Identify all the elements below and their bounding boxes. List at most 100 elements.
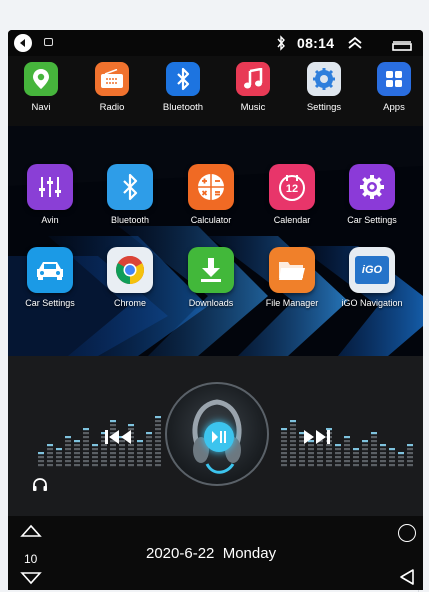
dock-item-radio[interactable]: Radio bbox=[77, 62, 147, 113]
equalizer-bar-segment bbox=[353, 452, 359, 455]
equalizer-bar-segment bbox=[362, 440, 368, 443]
equalizer-bar-segment bbox=[101, 464, 107, 467]
app-igo-navigation[interactable]: iGO iGO Navigation bbox=[330, 247, 414, 308]
play-pause-icon[interactable] bbox=[204, 422, 234, 452]
equalizer-bar-segment bbox=[110, 452, 116, 455]
top-dock: Navi Radio Bluetooth Music Settings Apps bbox=[8, 56, 423, 126]
equalizer-bar-segment bbox=[155, 420, 161, 423]
equalizer-bar-segment bbox=[290, 460, 296, 463]
equalizer-bar-segment bbox=[407, 452, 413, 455]
equalizer-bar-segment bbox=[371, 440, 377, 443]
equalizer-bar-segment bbox=[335, 444, 341, 447]
equalizer-bar-segment bbox=[56, 460, 62, 463]
app-launcher: Avin Bluetooth Calculator 12 Calendar Ca… bbox=[8, 126, 423, 356]
equalizer-bar-segment bbox=[380, 460, 386, 463]
map-pin-icon bbox=[24, 62, 58, 96]
app-calculator[interactable]: Calculator bbox=[169, 164, 253, 225]
wallpaper bbox=[8, 126, 423, 356]
equalizer-bar-segment bbox=[137, 456, 143, 459]
home-icon[interactable] bbox=[398, 524, 416, 542]
equalizer-bar-segment bbox=[56, 452, 62, 455]
equalizer-bar-segment bbox=[146, 456, 152, 459]
equalizer-bar-segment bbox=[92, 444, 98, 447]
app-label: Car Settings bbox=[25, 298, 75, 308]
equalizer-bar-segment bbox=[290, 452, 296, 455]
equalizer-bar-segment bbox=[119, 452, 125, 455]
equalizer-bar-segment bbox=[371, 460, 377, 463]
equalizer-bar-segment bbox=[407, 460, 413, 463]
music-widget[interactable] bbox=[8, 356, 423, 516]
equalizer-bar-segment bbox=[119, 464, 125, 467]
grid-icon bbox=[377, 62, 411, 96]
equalizer-icon bbox=[27, 164, 73, 210]
app-car-settings-2[interactable]: Car Settings bbox=[8, 247, 92, 308]
equalizer-bar-segment bbox=[335, 448, 341, 451]
music-note-icon bbox=[236, 62, 270, 96]
equalizer-bar-segment bbox=[74, 440, 80, 443]
volume-value: 10 bbox=[24, 552, 38, 566]
back-icon[interactable] bbox=[14, 34, 32, 52]
equalizer-bar-segment bbox=[398, 452, 404, 455]
app-calendar[interactable]: 12 Calendar bbox=[250, 164, 334, 225]
app-file-manager[interactable]: File Manager bbox=[250, 247, 334, 308]
equalizer-bar-segment bbox=[101, 456, 107, 459]
dock-label: Settings bbox=[306, 102, 342, 113]
app-avin[interactable]: Avin bbox=[8, 164, 92, 225]
app-label: File Manager bbox=[265, 298, 319, 308]
dock-label: Radio bbox=[99, 102, 125, 113]
equalizer-bar-segment bbox=[83, 444, 89, 447]
equalizer-bar-segment bbox=[362, 464, 368, 467]
next-icon[interactable] bbox=[303, 429, 331, 450]
equalizer-bar-segment bbox=[290, 428, 296, 431]
equalizer-bar-segment bbox=[353, 456, 359, 459]
equalizer-bar-segment bbox=[65, 440, 71, 443]
equalizer-bar-segment bbox=[146, 460, 152, 463]
equalizer-bar-segment bbox=[299, 464, 305, 467]
equalizer-bar-segment bbox=[155, 416, 161, 419]
equalizer-bar-segment bbox=[47, 456, 53, 459]
equalizer-bar-segment bbox=[47, 452, 53, 455]
equalizer-bar-segment bbox=[38, 452, 44, 455]
equalizer-bar-segment bbox=[362, 452, 368, 455]
equalizer-bar-segment bbox=[110, 464, 116, 467]
equalizer-bar-segment bbox=[83, 436, 89, 439]
window-icon[interactable] bbox=[392, 38, 412, 51]
volume-up-icon[interactable] bbox=[20, 524, 42, 543]
dock-item-navi[interactable]: Navi bbox=[8, 62, 76, 113]
equalizer-bar-segment bbox=[110, 424, 116, 427]
equalizer-bar-segment bbox=[299, 460, 305, 463]
equalizer-bar-segment bbox=[146, 440, 152, 443]
equalizer-bar-segment bbox=[110, 460, 116, 463]
app-chrome[interactable]: Chrome bbox=[88, 247, 172, 308]
dock-item-music[interactable]: Music bbox=[218, 62, 288, 113]
equalizer-bar-segment bbox=[353, 448, 359, 451]
back-icon[interactable] bbox=[398, 568, 416, 590]
date-display: 2020-6-22 Monday bbox=[146, 545, 277, 562]
status-bar: 08:14 bbox=[8, 30, 423, 56]
dock-item-settings[interactable]: Settings bbox=[289, 62, 359, 113]
volume-down-icon[interactable] bbox=[20, 571, 42, 590]
app-bluetooth[interactable]: Bluetooth bbox=[88, 164, 172, 225]
equalizer-bar-segment bbox=[281, 432, 287, 435]
dock-item-bluetooth[interactable]: Bluetooth bbox=[148, 62, 218, 113]
equalizer-bar-segment bbox=[281, 428, 287, 431]
app-car-settings[interactable]: Car Settings bbox=[330, 164, 414, 225]
equalizer-bar-segment bbox=[155, 424, 161, 427]
equalizer-bar-segment bbox=[92, 452, 98, 455]
equalizer-bar-segment bbox=[47, 448, 53, 451]
equalizer-bar-segment bbox=[281, 436, 287, 439]
equalizer-bar-segment bbox=[65, 456, 71, 459]
equalizer-bar-segment bbox=[353, 464, 359, 467]
app-label: iGO Navigation bbox=[341, 298, 403, 308]
app-downloads[interactable]: Downloads bbox=[169, 247, 253, 308]
equalizer-bar-segment bbox=[281, 456, 287, 459]
app-label: Downloads bbox=[188, 298, 234, 308]
equalizer-bar-segment bbox=[281, 460, 287, 463]
dock-item-apps[interactable]: Apps bbox=[359, 62, 423, 113]
expand-icon[interactable] bbox=[346, 35, 364, 56]
previous-icon[interactable] bbox=[104, 429, 132, 450]
equalizer-bar-segment bbox=[335, 452, 341, 455]
headphones-icon[interactable] bbox=[32, 478, 48, 497]
equalizer-bar-segment bbox=[155, 456, 161, 459]
equalizer-bar-segment bbox=[83, 440, 89, 443]
